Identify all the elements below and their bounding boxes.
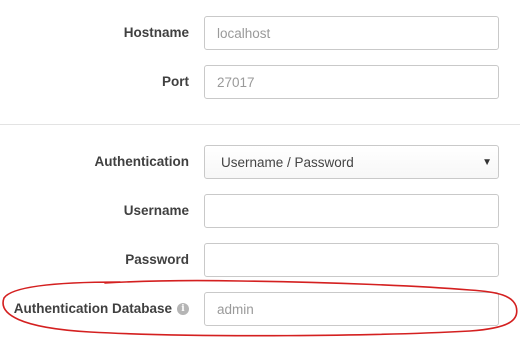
auth-database-input[interactable] <box>204 292 499 326</box>
username-label: Username <box>123 203 189 218</box>
authentication-selected-value: Username / Password <box>221 154 354 170</box>
authentication-label: Authentication <box>94 154 190 169</box>
hostname-row: Hostname <box>0 16 520 50</box>
port-label: Port <box>162 74 189 89</box>
caret-down-icon: ▼ <box>482 157 492 168</box>
port-input[interactable] <box>204 65 499 99</box>
auth-database-row: Authentication Database i <box>0 292 520 326</box>
port-row: Port <box>0 65 520 99</box>
section-divider <box>0 124 520 125</box>
info-icon[interactable]: i <box>177 303 189 315</box>
username-row: Username <box>0 194 520 228</box>
password-label: Password <box>125 252 189 267</box>
auth-database-label-text: Authentication Database <box>13 301 172 316</box>
password-row: Password <box>0 243 520 277</box>
hostname-label: Hostname <box>123 25 189 40</box>
hostname-input[interactable] <box>204 16 499 50</box>
authentication-row: Authentication Username / Password ▼ <box>0 145 520 179</box>
password-input[interactable] <box>204 243 499 277</box>
username-input[interactable] <box>204 194 499 228</box>
auth-database-label: Authentication Database i <box>14 292 189 326</box>
authentication-select[interactable]: Username / Password ▼ <box>204 145 499 179</box>
